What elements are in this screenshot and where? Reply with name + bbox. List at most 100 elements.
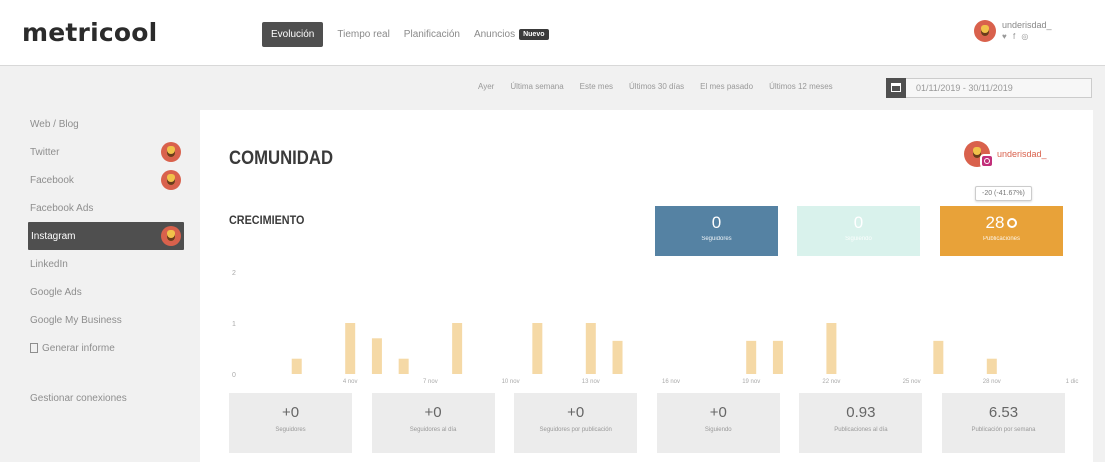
- growth-chart: 2 1 0 4 nov 7 nov 10 nov 13 nov 16 nov 19 nov 22 …: [232, 270, 1079, 385]
- stat-value: +0: [567, 404, 585, 421]
- sidebar-item-label: LinkedIn: [30, 258, 68, 270]
- metricool-logo[interactable]: metricool: [22, 18, 157, 47]
- range-ayer[interactable]: Ayer: [478, 82, 494, 91]
- chart-bar[interactable]: [826, 323, 837, 374]
- chart-bar[interactable]: [986, 358, 997, 374]
- x-tick-label: 16 nov: [662, 379, 680, 385]
- sidebar-item-facebook-ads[interactable]: Facebook Ads: [0, 194, 190, 222]
- chart-bar[interactable]: [371, 338, 382, 374]
- y-tick-label: 2: [232, 270, 236, 277]
- stat-value: 6.53: [988, 404, 1019, 421]
- kpi-publicaciones[interactable]: 28 Publicaciones: [940, 206, 1063, 256]
- range-este-mes[interactable]: Este mes: [580, 82, 613, 91]
- y-tick-label: 1: [232, 321, 236, 328]
- date-range-picker[interactable]: 01/11/2019 - 30/11/2019: [886, 77, 1092, 98]
- sidebar-item-label: Twitter: [30, 146, 60, 158]
- generate-report-link[interactable]: Generar informe: [0, 334, 190, 362]
- range-ultimos-30[interactable]: Últimos 30 días: [629, 82, 684, 91]
- sidebar: Web / Blog Twitter Facebook Facebook Ads…: [0, 110, 190, 412]
- chart-bar[interactable]: [585, 323, 596, 374]
- kpi-value: 0: [711, 213, 722, 232]
- y-tick-label: 0: [232, 372, 236, 379]
- stat-label: Publicación por semana: [971, 427, 1036, 433]
- chart-bar[interactable]: [772, 340, 783, 374]
- date-bar: Ayer Última semana Este mes Últimos 30 d…: [0, 76, 1105, 100]
- stats-row: +0 Seguidores +0 Seguidores al día +0 Segui…: [229, 393, 1085, 453]
- user-name: underisdad_: [1002, 20, 1052, 30]
- kpi-label: Publicaciones: [982, 236, 1021, 242]
- range-ultima-semana[interactable]: Última semana: [510, 82, 563, 91]
- instagram-icon: [980, 154, 994, 168]
- x-tick-label: 4 nov: [343, 379, 358, 385]
- page-title: COMUNIDAD: [229, 148, 334, 169]
- manage-connections-link[interactable]: Gestionar conexiones: [0, 384, 190, 412]
- generate-report-label: Generar informe: [42, 342, 115, 354]
- stat-card: 6.53 Publicación por semana: [941, 393, 1065, 453]
- sidebar-item-label: Instagram: [31, 230, 76, 242]
- account-name: underisdad_: [997, 149, 1047, 159]
- kpi-seguidores[interactable]: 0 Seguidores: [655, 206, 778, 256]
- kpi-label: Siguiendo: [845, 236, 872, 242]
- nav-evolucion[interactable]: Evolución: [262, 22, 324, 47]
- x-tick-label: 1 dic: [1066, 379, 1079, 385]
- new-badge: Nuevo: [519, 29, 549, 40]
- user-social-icons: ♥ f ◎: [1002, 32, 1031, 41]
- user-menu[interactable]: underisdad_ ♥ f ◎: [974, 20, 1052, 42]
- x-tick-label: 19 nov: [742, 379, 760, 385]
- calendar-button[interactable]: [886, 77, 906, 98]
- kpi-siguiendo[interactable]: 0 Siguiendo: [797, 206, 920, 256]
- chart-bar[interactable]: [933, 340, 944, 374]
- nav-anuncios[interactable]: Anuncios Nuevo: [474, 29, 549, 40]
- chart-bar[interactable]: [746, 340, 757, 374]
- kpi-value: 0: [853, 213, 864, 232]
- change-tooltip: -20 (-41.67%): [975, 186, 1032, 201]
- range-links: Ayer Última semana Este mes Últimos 30 d…: [478, 82, 849, 91]
- sidebar-item-label: Google My Business: [30, 314, 122, 326]
- stat-label: Seguidores por publicación: [539, 427, 612, 433]
- chart-bar[interactable]: [398, 358, 409, 374]
- x-tick-label: 28 nov: [983, 379, 1001, 385]
- stat-value: 0.93: [846, 404, 876, 421]
- sidebar-item-label: Web / Blog: [30, 118, 79, 130]
- chart-bar[interactable]: [291, 358, 302, 374]
- range-mes-pasado[interactable]: El mes pasado: [700, 82, 753, 91]
- nav-tiempo-real[interactable]: Tiempo real: [337, 29, 389, 40]
- facebook-avatar: [161, 170, 181, 190]
- stat-card: +0 Seguidores: [229, 393, 352, 453]
- range-ultimos-12[interactable]: Últimos 12 meses: [769, 82, 833, 91]
- kpi-label: Seguidores: [701, 236, 732, 242]
- date-range-text: 01/11/2019 - 30/11/2019: [916, 83, 1013, 93]
- sidebar-item-google-my-business[interactable]: Google My Business: [0, 306, 190, 334]
- stat-card: +0 Siguiendo: [656, 393, 780, 453]
- stat-value: +0: [424, 404, 442, 421]
- instagram-avatar: [161, 226, 181, 246]
- sidebar-item-google-ads[interactable]: Google Ads: [0, 278, 190, 306]
- stat-label: Seguidores: [275, 427, 306, 433]
- sidebar-item-linkedin[interactable]: LinkedIn: [0, 250, 190, 278]
- section-title: CRECIMIENTO: [229, 213, 305, 227]
- stat-label: Seguidores al día: [409, 427, 457, 433]
- stat-card: +0 Seguidores por publicación: [514, 393, 638, 453]
- sidebar-item-instagram[interactable]: Instagram: [28, 222, 184, 250]
- stat-card: 0.93 Publicaciones al día: [799, 393, 923, 453]
- chart-bar[interactable]: [452, 323, 463, 374]
- nav-planificacion[interactable]: Planificación: [404, 29, 460, 40]
- sidebar-item-label: Facebook Ads: [30, 202, 94, 214]
- top-bar: metricool Evolución Tiempo real Planific…: [0, 0, 1105, 66]
- chart-bar[interactable]: [612, 340, 623, 374]
- sidebar-item-facebook[interactable]: Facebook: [0, 166, 190, 194]
- calendar-icon: [891, 83, 901, 92]
- kpi-value: 28: [985, 213, 1005, 232]
- account-selector[interactable]: underisdad_: [964, 140, 1047, 168]
- chart-bar[interactable]: [345, 323, 356, 374]
- stat-card: +0 Seguidores al día: [371, 393, 495, 453]
- sidebar-item-label: Google Ads: [30, 286, 82, 298]
- document-icon: [30, 343, 38, 353]
- sidebar-item-web-blog[interactable]: Web / Blog: [0, 110, 190, 138]
- chart-bar[interactable]: [532, 323, 543, 374]
- x-tick-label: 13 nov: [582, 379, 600, 385]
- stat-value: +0: [709, 404, 727, 421]
- sidebar-item-twitter[interactable]: Twitter: [0, 138, 190, 166]
- x-tick-label: 10 nov: [502, 379, 520, 385]
